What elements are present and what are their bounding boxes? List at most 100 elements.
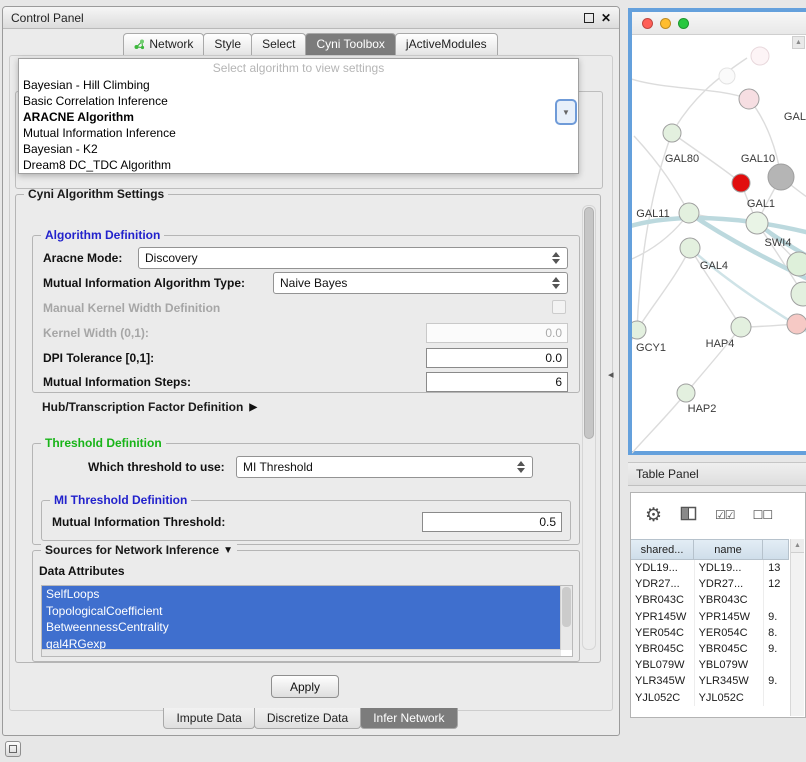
algorithm-option-dream8-dc-tdc-algorithm[interactable]: Dream8 DC_TDC Algorithm: [19, 157, 578, 173]
column-header-2[interactable]: [762, 539, 789, 560]
network-edge: [632, 393, 686, 453]
table-row[interactable]: YJL052CYJL052C: [631, 690, 791, 706]
network-node[interactable]: [751, 47, 769, 65]
attribute-item-selfloops[interactable]: SelfLoops: [42, 586, 561, 603]
gear-icon[interactable]: ⚙: [645, 504, 662, 527]
table-header-row: shared...name: [631, 539, 789, 560]
aracne-mode-select[interactable]: Discovery: [138, 247, 568, 269]
attributes-list-hscrollbar[interactable]: [42, 649, 561, 656]
table-cell: [764, 592, 791, 608]
table-cell: YBR045C: [631, 641, 695, 657]
apply-button[interactable]: Apply: [271, 675, 339, 698]
tab-label: Network: [149, 34, 193, 55]
which-threshold-value: MI Threshold: [243, 460, 513, 474]
algorithm-option-bayesian-k2[interactable]: Bayesian - K2: [19, 141, 578, 157]
sources-title[interactable]: Sources for Network Inference ▼: [41, 543, 237, 557]
network-canvas[interactable]: GAL7GAL80GAL10GAL11GAL1SWI4GAL4GCY1HAP4H…: [632, 34, 806, 455]
close-window-icon[interactable]: ✕: [601, 12, 611, 24]
bottom-tab-discretize-data[interactable]: Discretize Data: [254, 708, 361, 729]
checked-boxes-icon[interactable]: ☑☑: [715, 508, 735, 522]
node-label-swi4: SWI4: [765, 237, 792, 249]
network-node[interactable]: [787, 314, 806, 334]
manual-kernel-width-checkbox[interactable]: [552, 300, 566, 314]
network-node[interactable]: [746, 212, 768, 234]
network-node[interactable]: [739, 89, 759, 109]
tab-style[interactable]: Style: [203, 33, 252, 55]
table-row[interactable]: YBR043CYBR043C: [631, 592, 791, 608]
table-cell: 13: [764, 560, 791, 576]
mi-steps-label: Mutual Information Steps:: [43, 372, 191, 393]
algorithm-option-mutual-information-inference[interactable]: Mutual Information Inference: [19, 125, 578, 141]
attribute-item-topologicalcoefficient[interactable]: TopologicalCoefficient: [42, 603, 561, 620]
network-node[interactable]: [679, 203, 699, 223]
algorithm-option-aracne-algorithm[interactable]: ARACNE Algorithm: [19, 109, 578, 125]
network-node[interactable]: [632, 321, 646, 339]
column-header-shared[interactable]: shared...: [630, 539, 694, 560]
table-row[interactable]: YPR145WYPR145W9.: [631, 609, 791, 625]
network-node[interactable]: [732, 174, 750, 192]
node-label-gal7: GAL7: [784, 111, 806, 123]
data-attributes-list[interactable]: SelfLoopsTopologicalCoefficientBetweenne…: [41, 585, 573, 657]
network-node[interactable]: [677, 384, 695, 402]
column-header-name[interactable]: name: [693, 539, 763, 560]
bottom-tabs: Impute DataDiscretize DataInfer Network: [3, 708, 619, 730]
zoom-traffic-icon[interactable]: [678, 18, 689, 29]
bottom-tab-impute-data[interactable]: Impute Data: [163, 708, 254, 729]
table-row[interactable]: YBL079WYBL079W: [631, 657, 791, 673]
tab-select[interactable]: Select: [251, 33, 306, 55]
network-node[interactable]: [787, 252, 806, 276]
float-window-icon[interactable]: [584, 13, 594, 23]
desktop: Control Panel ✕ NetworkStyleSelectCyni T…: [0, 0, 806, 762]
which-threshold-select[interactable]: MI Threshold: [236, 456, 533, 478]
network-node[interactable]: [791, 282, 806, 306]
table-row[interactable]: YDL19...YDL19...13: [631, 560, 791, 576]
settings-scrollbar-thumb[interactable]: [584, 207, 594, 439]
algorithm-option-basic-correlation-inference[interactable]: Basic Correlation Inference: [19, 93, 578, 109]
combo-arrows-icon: [548, 252, 564, 264]
algorithm-combo-arrow-button[interactable]: ▼: [555, 99, 577, 125]
network-node[interactable]: [680, 238, 700, 258]
kernel-width-field[interactable]: 0.0: [426, 323, 568, 343]
table-cell: 12: [764, 576, 791, 592]
hub-section-toggle[interactable]: Hub/Transcription Factor Definition ▶: [42, 400, 257, 414]
table-row[interactable]: YBR045CYBR045C9.: [631, 641, 791, 657]
mi-threshold-field[interactable]: 0.5: [422, 512, 562, 532]
minimize-traffic-icon[interactable]: [660, 18, 671, 29]
network-node[interactable]: [719, 68, 735, 84]
sources-group: Sources for Network Inference ▼ Data Att…: [32, 550, 580, 662]
collapse-down-icon: ▼: [223, 545, 233, 556]
bottom-tab-infer-network[interactable]: Infer Network: [360, 708, 457, 729]
tab-network[interactable]: Network: [123, 33, 204, 55]
algorithm-option-bayesian-hill-climbing[interactable]: Bayesian - Hill Climbing: [19, 77, 578, 93]
table-row[interactable]: YDR27...YDR27...12: [631, 576, 791, 592]
mi-algorithm-type-select[interactable]: Naive Bayes: [273, 272, 568, 294]
dpi-tolerance-field[interactable]: 0.0: [426, 348, 568, 368]
node-label-gal4: GAL4: [700, 260, 728, 272]
unchecked-boxes-icon[interactable]: ☐☐: [753, 508, 773, 522]
network-view-window[interactable]: ▲ GAL7GAL80GAL10GAL11GAL1SWI4GAL4GCY1HAP…: [628, 8, 806, 455]
network-node[interactable]: [731, 317, 751, 337]
attributes-list-scrollbar[interactable]: [560, 586, 572, 650]
mi-steps-field[interactable]: 6: [426, 372, 568, 392]
table-row[interactable]: YLR345WYLR345W9.: [631, 673, 791, 689]
table-scroll-up-icon[interactable]: ▲: [791, 539, 804, 553]
table-cell: YER054C: [695, 625, 765, 641]
manual-kernel-width-label: Manual Kernel Width Definition: [43, 298, 220, 319]
network-node[interactable]: [663, 124, 681, 142]
settings-scrollbar[interactable]: [582, 205, 596, 650]
network-node[interactable]: [768, 164, 794, 190]
table-scrollbar[interactable]: ▲: [790, 539, 804, 716]
table-row[interactable]: YER054CYER054C8.: [631, 625, 791, 641]
tab-cyni-toolbox[interactable]: Cyni Toolbox: [305, 33, 395, 55]
dpi-tolerance-label: DPI Tolerance [0,1]:: [43, 348, 154, 369]
which-threshold-label: Which threshold to use:: [88, 457, 225, 478]
close-traffic-icon[interactable]: [642, 18, 653, 29]
tab-jactivemodules[interactable]: jActiveModules: [395, 33, 498, 55]
table-cell: YPR145W: [695, 609, 765, 625]
column-selector-icon[interactable]: [680, 505, 697, 525]
attribute-item-betweennesscentrality[interactable]: BetweennessCentrality: [42, 619, 561, 636]
minimized-panel-icon[interactable]: [5, 741, 21, 757]
attributes-scrollbar-thumb[interactable]: [562, 587, 571, 627]
tab-label: Select: [262, 34, 295, 55]
panel-collapse-icon[interactable]: ◂: [608, 368, 614, 381]
